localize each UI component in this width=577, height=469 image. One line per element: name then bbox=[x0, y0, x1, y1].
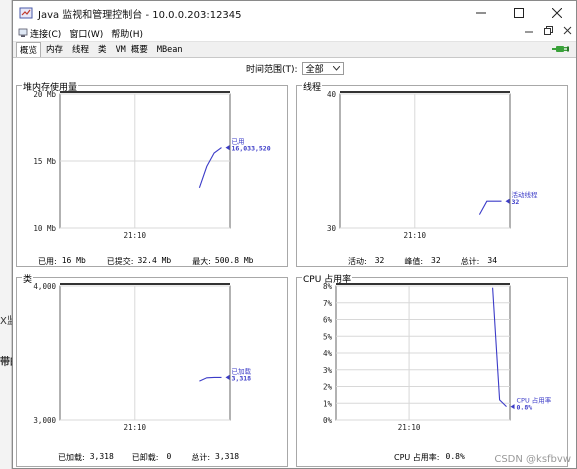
menu-window[interactable]: 窗口(W) bbox=[69, 27, 103, 40]
time-range-select[interactable]: 全部 bbox=[301, 62, 344, 75]
jconsole-window: Java 监视和管理控制台 - 10.0.0.203:12345 连接(C) 窗… bbox=[12, 0, 577, 469]
heap-committed-label: 已提交: bbox=[106, 257, 134, 266]
maximize-button[interactable] bbox=[500, 1, 538, 25]
y-tick-label: 5% bbox=[323, 332, 333, 341]
classes-panel: 类 4,000 3,000 21:10 已加载 3,318 已加载: 3,318 已卸载… bbox=[16, 272, 288, 467]
time-range-label: 时间范围(T): bbox=[246, 65, 298, 75]
time-range-value: 全部 bbox=[305, 65, 324, 75]
tab-mbean[interactable]: MBean bbox=[153, 43, 187, 57]
cpu-panel: CPU 占用率 8% 7% 6% 5% 4% 3% 2% 1% 0% 21:10 CPU 占用率 0.… bbox=[296, 272, 568, 467]
heap-used-value: 16 Mb bbox=[61, 256, 86, 265]
y-tick-label: 20 Mb bbox=[33, 90, 56, 99]
minimize-icon bbox=[476, 12, 486, 14]
connected-plug-icon bbox=[552, 46, 569, 52]
x-tick-label: 21:10 bbox=[398, 423, 421, 432]
overview-content: 时间范围(T): 全部 堆内存使用量 20 Mb 15 Mb 10 Mb 21:10 已… bbox=[13, 57, 576, 468]
threads-stats: 活动: 32 峰值: 32 总计: 34 bbox=[348, 256, 497, 267]
x-tick-label: 21:10 bbox=[124, 423, 147, 432]
chevron-down-icon bbox=[332, 66, 340, 71]
classes-total-value: 3,318 bbox=[215, 452, 240, 461]
plot-area bbox=[59, 285, 231, 421]
cpu-chart: 8%7%6%5%4%3%2%1%0%21:10CPU 占用率0.8% bbox=[323, 282, 552, 432]
cpu-usage-label: CPU 占用率: bbox=[394, 453, 440, 462]
threads-total-label: 总计: bbox=[460, 257, 480, 266]
heap-chart: 20 Mb15 Mb10 Mb21:10已用16,033,520 bbox=[33, 90, 271, 240]
time-range: 时间范围(T): 全部 bbox=[246, 62, 344, 75]
threads-panel: 线程 40 30 21:10 活动线程 32 活动: 32 峰值: 32 总计: 34 bbox=[296, 80, 568, 267]
menu-window-label: 窗口(W) bbox=[69, 29, 104, 40]
y-tick-label: 7% bbox=[323, 299, 333, 308]
classes-chart: 4,0003,00021:10已加载3,318 bbox=[33, 282, 252, 432]
classes-stats: 已加载: 3,318 已卸载: 0 总计: 3,318 bbox=[58, 452, 239, 463]
y-tick-label: 4% bbox=[323, 349, 333, 358]
tab-overview[interactable]: 概览 bbox=[16, 42, 42, 57]
classes-unloaded-label: 已卸载: bbox=[131, 453, 159, 462]
window-title: Java 监视和管理控制台 - 10.0.0.203:12345 bbox=[38, 9, 242, 21]
watermark: CSDN @ksfbvw bbox=[494, 454, 571, 465]
plot-area bbox=[339, 93, 511, 229]
inner-close-icon[interactable] bbox=[563, 26, 572, 35]
y-tick-label: 4,000 bbox=[33, 282, 56, 291]
menu-help-label: 帮助(H) bbox=[111, 29, 144, 40]
y-tick-label: 8% bbox=[323, 282, 333, 291]
classes-loaded-value: 3,318 bbox=[89, 452, 114, 461]
classes-unloaded-value: 0 bbox=[166, 452, 172, 461]
menu-help[interactable]: 帮助(H) bbox=[111, 27, 143, 40]
tab-bar: 概览 内存 线程 类 VM 概要 MBean bbox=[13, 42, 576, 57]
heap-committed-value: 32.4 Mb bbox=[137, 256, 172, 265]
heap-max-value: 500.8 Mb bbox=[214, 256, 254, 265]
menu-bar: 连接(C) 窗口(W) 帮助(H) bbox=[13, 25, 576, 42]
connection-icon bbox=[18, 28, 28, 37]
threads-chart: 403021:10活动线程32 bbox=[327, 90, 538, 240]
heap-panel: 堆内存使用量 20 Mb 15 Mb 10 Mb 21:10 已用 16,033,520 … bbox=[16, 80, 288, 267]
x-tick-label: 21:10 bbox=[124, 231, 147, 240]
close-icon bbox=[552, 8, 562, 18]
y-tick-label: 0% bbox=[323, 416, 333, 425]
threads-total-value: 34 bbox=[487, 256, 498, 265]
threads-live-value: 32 bbox=[374, 256, 385, 265]
close-button[interactable] bbox=[538, 1, 576, 25]
inner-restore-icon[interactable] bbox=[544, 26, 553, 35]
y-tick-label: 40 bbox=[327, 90, 337, 99]
heap-used-label: 已用: bbox=[38, 257, 57, 266]
series-value-label: 3,318 bbox=[232, 374, 252, 382]
background-app-strip bbox=[0, 0, 12, 469]
tab-vm-summary[interactable]: VM 概要 bbox=[112, 41, 152, 57]
cpu-stats: CPU 占用率: 0.8% bbox=[394, 452, 465, 463]
inner-minimize-icon[interactable] bbox=[525, 26, 534, 35]
classes-total-label: 总计: bbox=[191, 453, 211, 462]
series-value-label: 32 bbox=[512, 198, 520, 206]
threads-live-label: 活动: bbox=[348, 257, 367, 266]
menu-connection-label: 连接(C) bbox=[30, 29, 62, 40]
maximize-icon bbox=[514, 8, 524, 18]
y-tick-label: 1% bbox=[323, 399, 333, 408]
heap-max-label: 最大: bbox=[192, 257, 211, 266]
y-tick-label: 6% bbox=[323, 316, 333, 325]
y-tick-label: 3,000 bbox=[33, 416, 56, 425]
threads-peak-label: 峰值: bbox=[404, 257, 424, 266]
cpu-usage-value: 0.8% bbox=[445, 452, 465, 461]
series-value-label: 16,033,520 bbox=[232, 145, 271, 153]
tab-memory[interactable]: 内存 bbox=[42, 41, 67, 57]
minimize-button[interactable] bbox=[462, 1, 500, 25]
y-tick-label: 10 Mb bbox=[33, 224, 56, 233]
y-tick-label: 2% bbox=[323, 383, 333, 392]
tab-classes[interactable]: 类 bbox=[94, 41, 111, 57]
series-end-marker bbox=[510, 404, 515, 410]
java-app-icon bbox=[19, 7, 33, 19]
threads-peak-value: 32 bbox=[431, 256, 441, 265]
x-tick-label: 21:10 bbox=[404, 231, 427, 240]
y-tick-label: 3% bbox=[323, 366, 333, 375]
title-bar: Java 监视和管理控制台 - 10.0.0.203:12345 bbox=[13, 1, 576, 25]
classes-loaded-label: 已加载: bbox=[58, 453, 85, 462]
menu-connection[interactable]: 连接(C) bbox=[18, 27, 61, 40]
tab-threads[interactable]: 线程 bbox=[68, 41, 93, 57]
y-tick-label: 15 Mb bbox=[33, 157, 56, 166]
y-tick-label: 30 bbox=[327, 224, 337, 233]
heap-stats: 已用: 16 Mb 已提交: 32.4 Mb 最大: 500.8 Mb bbox=[38, 256, 253, 267]
series-value-label: 0.8% bbox=[517, 404, 533, 412]
